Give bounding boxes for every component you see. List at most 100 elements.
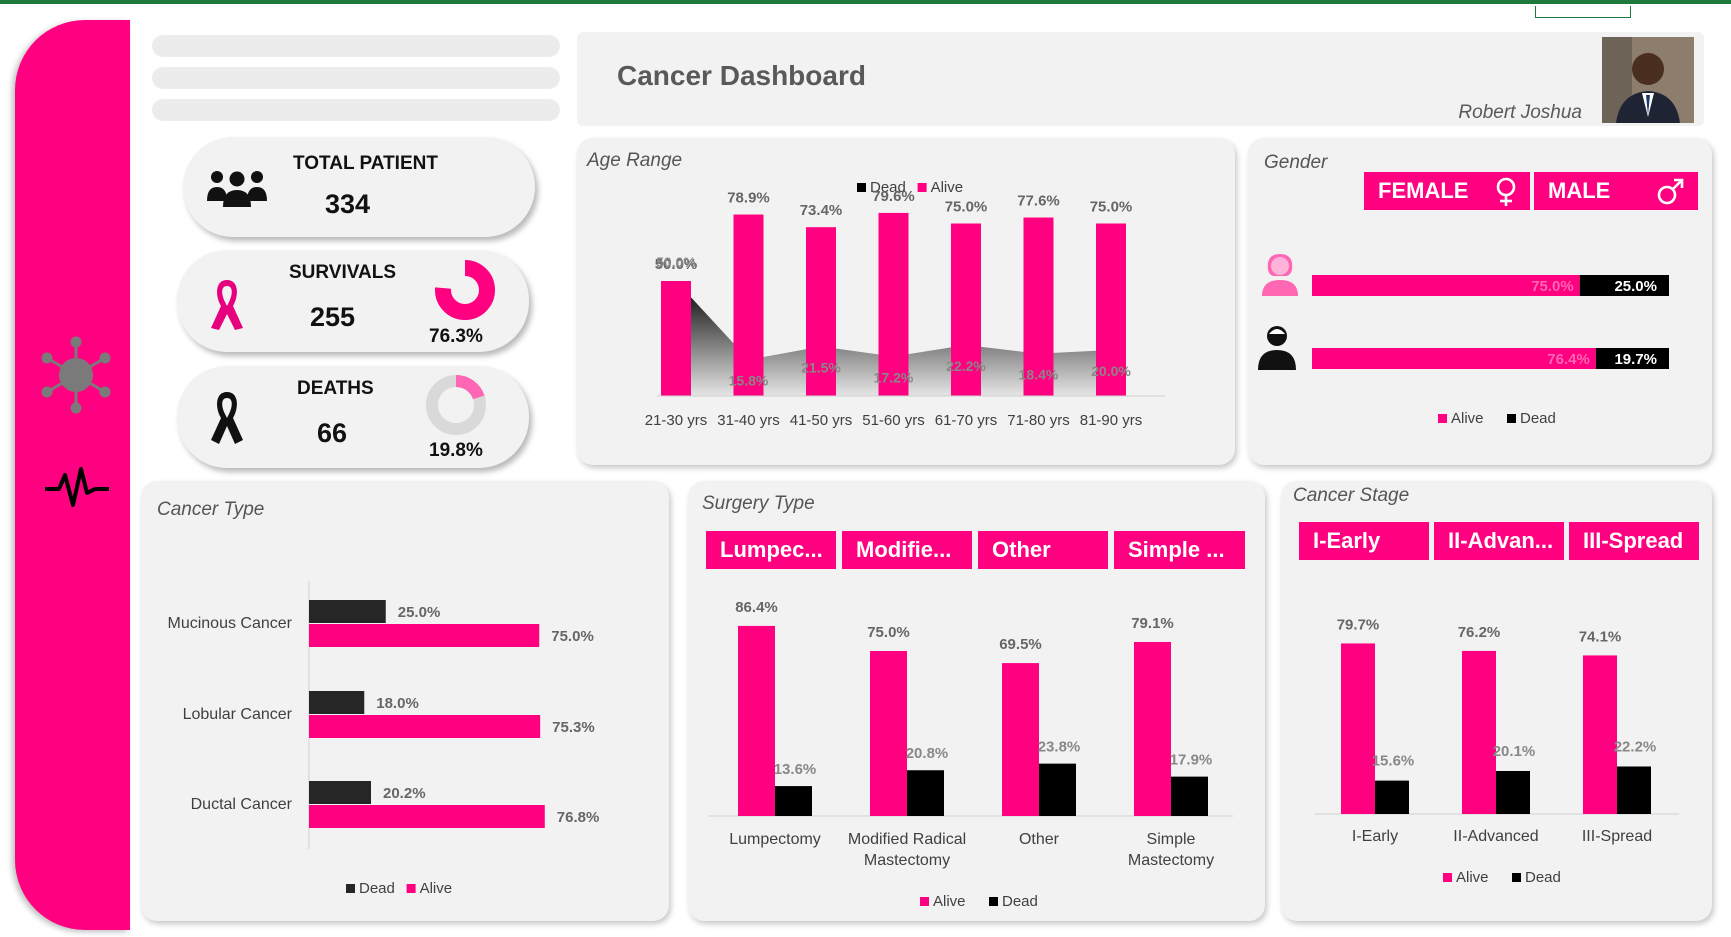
alive-bar [1341,643,1375,814]
dead-data-label: 17.2% [874,369,914,385]
alive-data-label: 69.5% [999,636,1042,653]
alive-data-label: 78.9% [727,190,770,207]
heartbeat-icon[interactable] [43,465,111,511]
x-tick-label: 41-50 yrs [790,412,853,429]
dead-data-label: 25.0% [1614,278,1657,295]
legend-swatch-alive [920,897,929,906]
legend-swatch-dead [857,183,866,192]
x-tick-label: III-Spread [1582,828,1652,845]
y-tick-label: Ductal Cancer [191,796,293,813]
x-tick-label: Mastectomy [864,852,950,869]
filter-placeholder-1[interactable] [152,35,560,57]
window-top-border [0,0,1731,4]
dead-data-label: 20.0% [1091,363,1131,379]
author-name: Robert Joshua [1458,102,1582,123]
sheet-tab-outline [1535,6,1631,18]
alive-bar [1462,650,1496,814]
dead-data-label: 15.6% [1372,753,1415,770]
gender-card: Gender FEMALE MALE 75.0% 25.0% 76.4% 19.7% A… [1248,138,1712,465]
alive-data-label: 75.0% [551,628,594,645]
x-tick-label: 81-90 yrs [1080,412,1143,429]
alive-data-label: 79.1% [1131,615,1174,632]
legend-swatch-dead [1512,873,1521,882]
x-tick-label: Lumpectomy [729,831,821,848]
alive-bar [738,625,775,816]
dead-data-label: 20.1% [1493,743,1536,760]
alive-bar [309,805,545,828]
alive-data-label: 75.0% [1090,199,1133,216]
x-tick-label: 61-70 yrs [935,412,998,429]
dead-bar [1375,780,1409,814]
alive-data-label: 75.0% [867,624,910,641]
surgery-type-card: Surgery Type Lumpec... Modifie... Other … [688,481,1265,921]
dead-bar [309,691,365,714]
legend-swatch-dead [989,897,998,906]
header-card: Cancer Dashboard Robert Joshua [577,32,1704,126]
x-tick-label: 31-40 yrs [717,412,780,429]
alive-data-label: 74.1% [1579,628,1622,645]
deaths-donut [426,375,486,435]
kpi-deaths-label: DEATHS [297,378,374,399]
dead-bar [907,770,944,816]
alive-data-label: 76.2% [1458,624,1501,641]
dead-data-label: 15.8% [729,373,769,389]
legend-label-dead: Dead [1520,410,1556,427]
cancer-stage-chart: 79.7% 15.6% I-Early 76.2% 20.1% II-Advanced 74… [1315,616,1679,886]
alive-bar [309,715,541,738]
dead-data-label: 25.0% [398,604,441,621]
alive-bar [309,624,540,647]
x-tick-label: I-Early [1352,828,1398,845]
x-tick-label: Modified Radical [848,831,966,848]
filter-placeholder-3[interactable] [152,99,560,121]
legend-swatch-dead [1507,414,1516,423]
legend-label-alive: Alive [931,179,964,196]
filter-placeholder-2[interactable] [152,67,560,89]
dead-data-label: 18.4% [1019,367,1059,383]
avatar [1602,37,1694,123]
alive-bar [870,651,907,816]
surgery-type-chart: 86.4% 13.6% Lumpectomy 75.0% 20.8% Modified R… [708,599,1233,910]
x-tick-label: Other [1019,831,1060,848]
alive-data-label: 77.6% [1017,193,1060,210]
dead-bar [1496,770,1530,814]
y-tick-label: Mucinous Cancer [168,615,293,632]
legend-label-dead: Dead [359,880,395,897]
alive-bar [733,214,764,396]
legend-swatch-alive [406,884,416,893]
alive-data-label: 79.7% [1337,616,1380,633]
black-ribbon-icon [211,392,243,444]
legend-swatch-alive [917,183,927,192]
alive-data-label: 76.4% [1547,351,1590,368]
gender-chart: 75.0% 25.0% 76.4% 19.7% Alive Dead [1312,275,1669,427]
pink-ribbon-icon [211,280,243,330]
kpi-total-value: 334 [325,189,371,219]
dead-bar [775,786,812,816]
alive-data-label: 73.4% [800,202,843,219]
alive-data-label: 79.6% [872,188,915,205]
x-tick-label: 21-30 yrs [645,412,708,429]
x-tick-label: Simple [1147,831,1196,848]
cancer-type-card: Cancer Type Mucinous Cancer 25.0% 75.0% Lob… [141,481,669,921]
virus-icon[interactable] [37,336,115,414]
kpi-deaths: DEATHS 66 19.8% [177,366,529,468]
dead-data-label: 21.5% [801,360,841,376]
legend-label-alive: Alive [420,880,453,897]
dead-data-label: 22.2% [946,358,986,374]
alive-data-label: 86.4% [735,599,778,616]
legend-swatch-alive [1443,873,1452,882]
dead-data-label: 23.8% [1038,739,1081,756]
dead-data-label: 22.2% [1614,738,1657,755]
alive-bar [1583,655,1617,814]
y-tick-label: Lobular Cancer [183,706,293,723]
dead-bar [1039,763,1076,816]
cancer-type-chart: Mucinous Cancer 25.0% 75.0% Lobular Cancer 1… [168,581,600,897]
dead-data-label: 17.9% [1170,752,1213,769]
age-range-chart: Dead Alive50.0%50.0%21-30 yrs78.9%15.8%31… [645,179,1165,429]
legend-label-dead: Dead [1002,893,1038,910]
legend-label-alive: Alive [1451,410,1484,427]
patients-group-icon [207,171,267,207]
alive-data-label: 76.8% [557,809,600,826]
kpi-deaths-pct: 19.8% [429,440,483,461]
legend-label-dead: Dead [1525,869,1561,886]
page-title: Cancer Dashboard [617,60,866,91]
